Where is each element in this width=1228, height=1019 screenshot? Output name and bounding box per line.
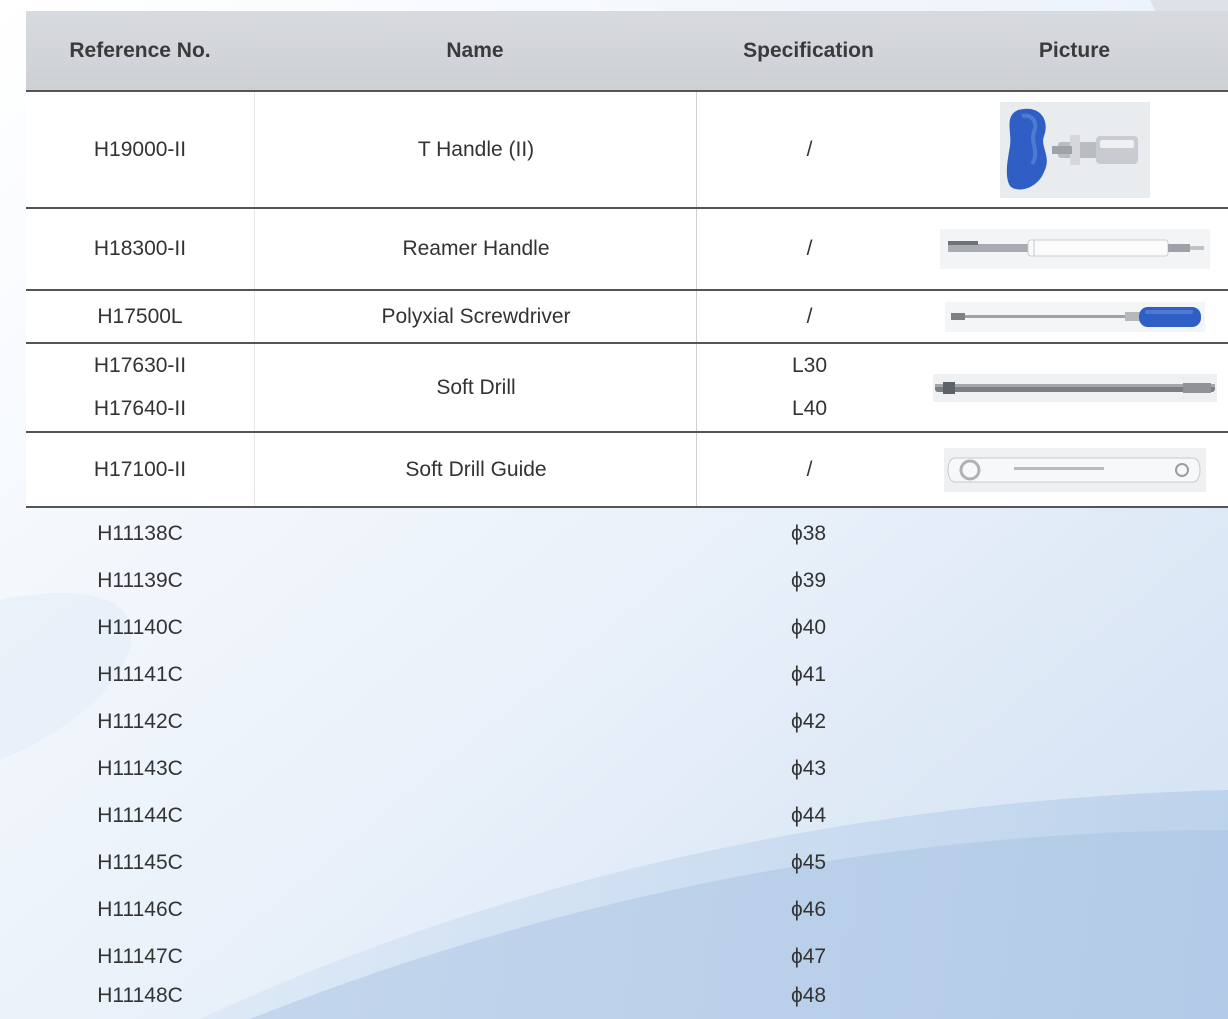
reference-cell: H17630-II H17640-II xyxy=(26,344,254,431)
reference-cell: H11138C xyxy=(97,521,183,545)
table-row: H11142C ϕ42 xyxy=(26,698,1228,745)
table-row: H11148C ϕ48 xyxy=(26,972,1228,1019)
screwdriver-icon xyxy=(944,301,1205,332)
table-row: H11145C ϕ45 xyxy=(26,839,1228,886)
name-cell: Soft Drill xyxy=(254,344,697,431)
table-row: H17630-II H17640-II Soft Drill L30 L40 xyxy=(26,344,1228,433)
spec-cell: ϕ44 xyxy=(790,803,827,827)
header-picture: Picture xyxy=(1038,39,1111,62)
table-row: H11144C ϕ44 xyxy=(26,792,1228,839)
spec-cell: / xyxy=(696,433,922,506)
reference-cell: H11140C xyxy=(97,615,183,639)
table-row: H11146C ϕ46 xyxy=(26,886,1228,933)
table-row: H11143C ϕ43 xyxy=(26,745,1228,792)
spec-value: L30 xyxy=(791,353,828,377)
table-row: H18300-II Reamer Handle / xyxy=(26,209,1228,291)
table-row: H11140C ϕ40 xyxy=(26,604,1228,651)
picture-cell xyxy=(921,291,1228,342)
reference-value: H17640-II xyxy=(93,397,187,421)
spec-cell: / xyxy=(696,92,922,207)
name-cell: T Handle (II) xyxy=(254,92,697,207)
picture-cell xyxy=(921,92,1228,207)
spec-cell: ϕ45 xyxy=(790,850,827,874)
reference-cell: H18300-II xyxy=(93,237,187,260)
table-header: Reference No. Name Specification Picture xyxy=(26,11,1228,92)
spec-cell: L30 L40 xyxy=(696,344,922,431)
reference-cell: H19000-II xyxy=(93,137,187,161)
header-reference: Reference No. xyxy=(69,39,211,62)
table-row: H17500L Polyxial Screwdriver / xyxy=(26,291,1228,344)
picture-cell xyxy=(921,433,1228,506)
spec-cell: / xyxy=(696,209,922,289)
spec-cell: ϕ43 xyxy=(790,756,827,780)
header-name: Name xyxy=(446,39,504,62)
spec-cell: ϕ46 xyxy=(790,897,827,921)
header-specification: Specification xyxy=(743,39,874,62)
name-cell: Polyxial Screwdriver xyxy=(254,291,697,342)
spec-cell: ϕ48 xyxy=(790,983,827,1007)
reference-cell: H17500L xyxy=(97,304,183,328)
reference-cell: H11144C xyxy=(97,803,183,827)
spec-value: L40 xyxy=(791,397,828,421)
reference-cell: H11148C xyxy=(97,983,183,1007)
table-row: H11139C ϕ39 xyxy=(26,557,1228,604)
table-row: H11138C ϕ38 xyxy=(26,510,1228,557)
table-row: H17100-II Soft Drill Guide / xyxy=(26,433,1228,508)
picture-cell xyxy=(921,344,1228,431)
name-cell: Reamer Handle xyxy=(254,209,697,289)
table-row: H19000-II T Handle (II) / xyxy=(26,92,1228,209)
reference-cell: H11143C xyxy=(97,756,183,780)
reamer-handle-icon xyxy=(939,229,1210,269)
product-table: Reference No. Name Specification Picture… xyxy=(0,0,1228,1019)
t-handle-icon xyxy=(999,101,1150,198)
spec-cell: ϕ40 xyxy=(790,615,827,639)
table-row: H11141C ϕ41 xyxy=(26,651,1228,698)
spec-cell: ϕ38 xyxy=(790,521,827,545)
drill-guide-icon xyxy=(943,447,1206,492)
reference-cell: H17100-II xyxy=(93,457,187,481)
reference-cell: H11146C xyxy=(97,897,183,921)
spec-cell: ϕ41 xyxy=(790,662,827,686)
spec-cell: ϕ39 xyxy=(790,568,827,592)
reference-cell: H11141C xyxy=(97,662,183,686)
reference-cell: H11145C xyxy=(97,850,183,874)
reference-cell: H11142C xyxy=(97,709,183,733)
reference-cell: H11139C xyxy=(97,568,183,592)
reference-value: H17630-II xyxy=(93,353,187,377)
name-cell: Soft Drill Guide xyxy=(254,433,697,506)
soft-drill-icon xyxy=(932,373,1217,402)
picture-cell xyxy=(921,209,1228,289)
spec-cell: ϕ42 xyxy=(790,709,827,733)
spec-cell: / xyxy=(696,291,922,342)
